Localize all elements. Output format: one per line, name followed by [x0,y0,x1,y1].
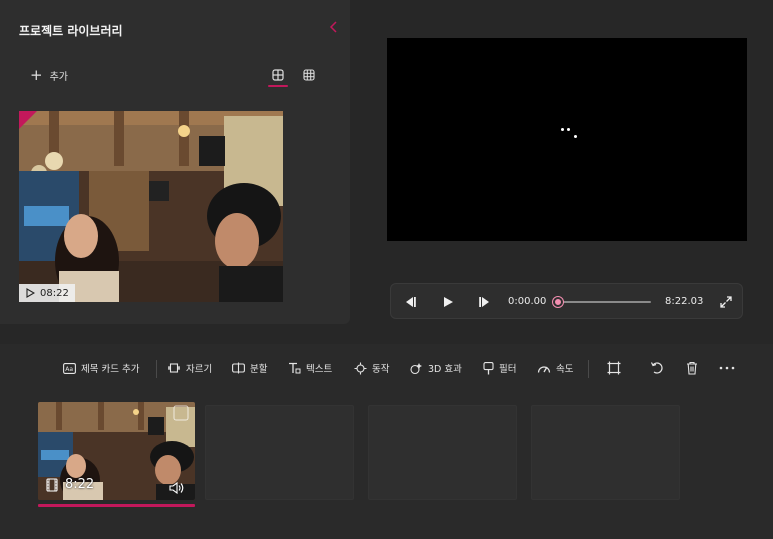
crop-icon [607,361,621,375]
split-icon [232,362,245,374]
rotate-button[interactable] [647,358,667,378]
volume-icon [169,481,184,495]
text-icon [289,362,301,374]
more-options-button[interactable] [717,358,737,378]
video-frame-image [19,111,283,302]
project-library-panel: 프로젝트 라이브러리 + 추가 08:22 [0,0,350,324]
title-card-icon: Aa [63,362,76,374]
play-icon [444,297,453,307]
svg-text:Aa: Aa [65,366,73,373]
trim-label: 자르기 [186,364,213,375]
media-thumbnail[interactable]: 08:22 [19,111,283,302]
clip-duration: 8:22 [65,477,95,492]
split-button[interactable]: 분할 [232,359,267,377]
filter-icon [483,361,494,374]
speed-icon [537,365,551,373]
split-label: 분할 [250,364,268,375]
chevron-left-icon [329,21,337,33]
3d-effects-label: 3D 효과 [428,364,462,375]
empty-storyboard-slot[interactable] [368,405,517,500]
previous-frame-button[interactable] [402,294,418,310]
clip-volume-button[interactable] [169,479,185,498]
thumbnail-duration: 08:22 [40,287,69,299]
play-button[interactable] [440,294,456,310]
active-view-indicator [268,85,288,87]
motion-icon [354,362,367,374]
selected-clip-indicator [38,504,195,507]
small-grid-view-button[interactable] [299,66,319,84]
small-grid-icon [303,69,315,81]
seek-knob[interactable] [553,297,563,307]
fullscreen-button[interactable] [718,294,734,310]
filters-label: 필터 [499,364,517,375]
storyboard-clip[interactable]: 8:22 [38,402,195,500]
play-outline-icon [26,288,35,298]
playback-controls: 0:00.00 8:22.03 [390,283,743,319]
step-forward-icon [479,297,489,307]
trash-icon [687,361,697,375]
speed-label: 속도 [556,364,574,375]
step-back-icon [406,297,416,307]
toolbar-divider [588,360,589,378]
text-label: 텍스트 [306,364,333,375]
current-time: 0:00.00 [508,296,547,307]
motion-label: 동작 [372,364,390,375]
video-preview[interactable] [387,38,747,241]
add-media-button[interactable]: + 추가 [30,66,68,84]
selected-corner-marker [19,111,37,129]
seek-track[interactable] [558,301,651,303]
clip-info: 8:22 [46,477,94,492]
trim-button[interactable]: 자르기 [167,359,212,377]
empty-storyboard-slot[interactable] [205,405,354,500]
plus-icon: + [30,65,43,84]
motion-button[interactable]: 동작 [354,359,389,377]
next-frame-button[interactable] [477,294,493,310]
library-title: 프로젝트 라이브러리 [19,24,123,38]
film-icon [46,477,58,492]
trim-icon [168,363,180,373]
rotate-icon [650,362,663,374]
3d-effects-button[interactable]: 3D 효과 [410,359,462,377]
more-icon [719,366,735,370]
toolbar-divider [156,360,157,378]
large-grid-view-button[interactable] [268,66,288,84]
add-title-card-button[interactable]: Aa 제목 카드 추가 [63,359,139,377]
filters-button[interactable]: 필터 [483,359,516,377]
total-time: 8:22.03 [665,296,704,307]
collapse-library-button[interactable] [327,20,341,38]
empty-storyboard-slot[interactable] [531,405,680,500]
thumbnail-duration-badge: 08:22 [19,284,75,302]
3d-effects-icon [410,362,422,374]
text-button[interactable]: 텍스트 [288,359,332,377]
delete-button[interactable] [682,358,702,378]
add-media-label: 추가 [49,71,68,83]
crop-button[interactable] [604,358,624,378]
speed-button[interactable]: 속도 [537,359,573,377]
add-title-card-label: 제목 카드 추가 [81,364,140,375]
large-grid-icon [272,69,284,81]
expand-icon [720,296,732,308]
